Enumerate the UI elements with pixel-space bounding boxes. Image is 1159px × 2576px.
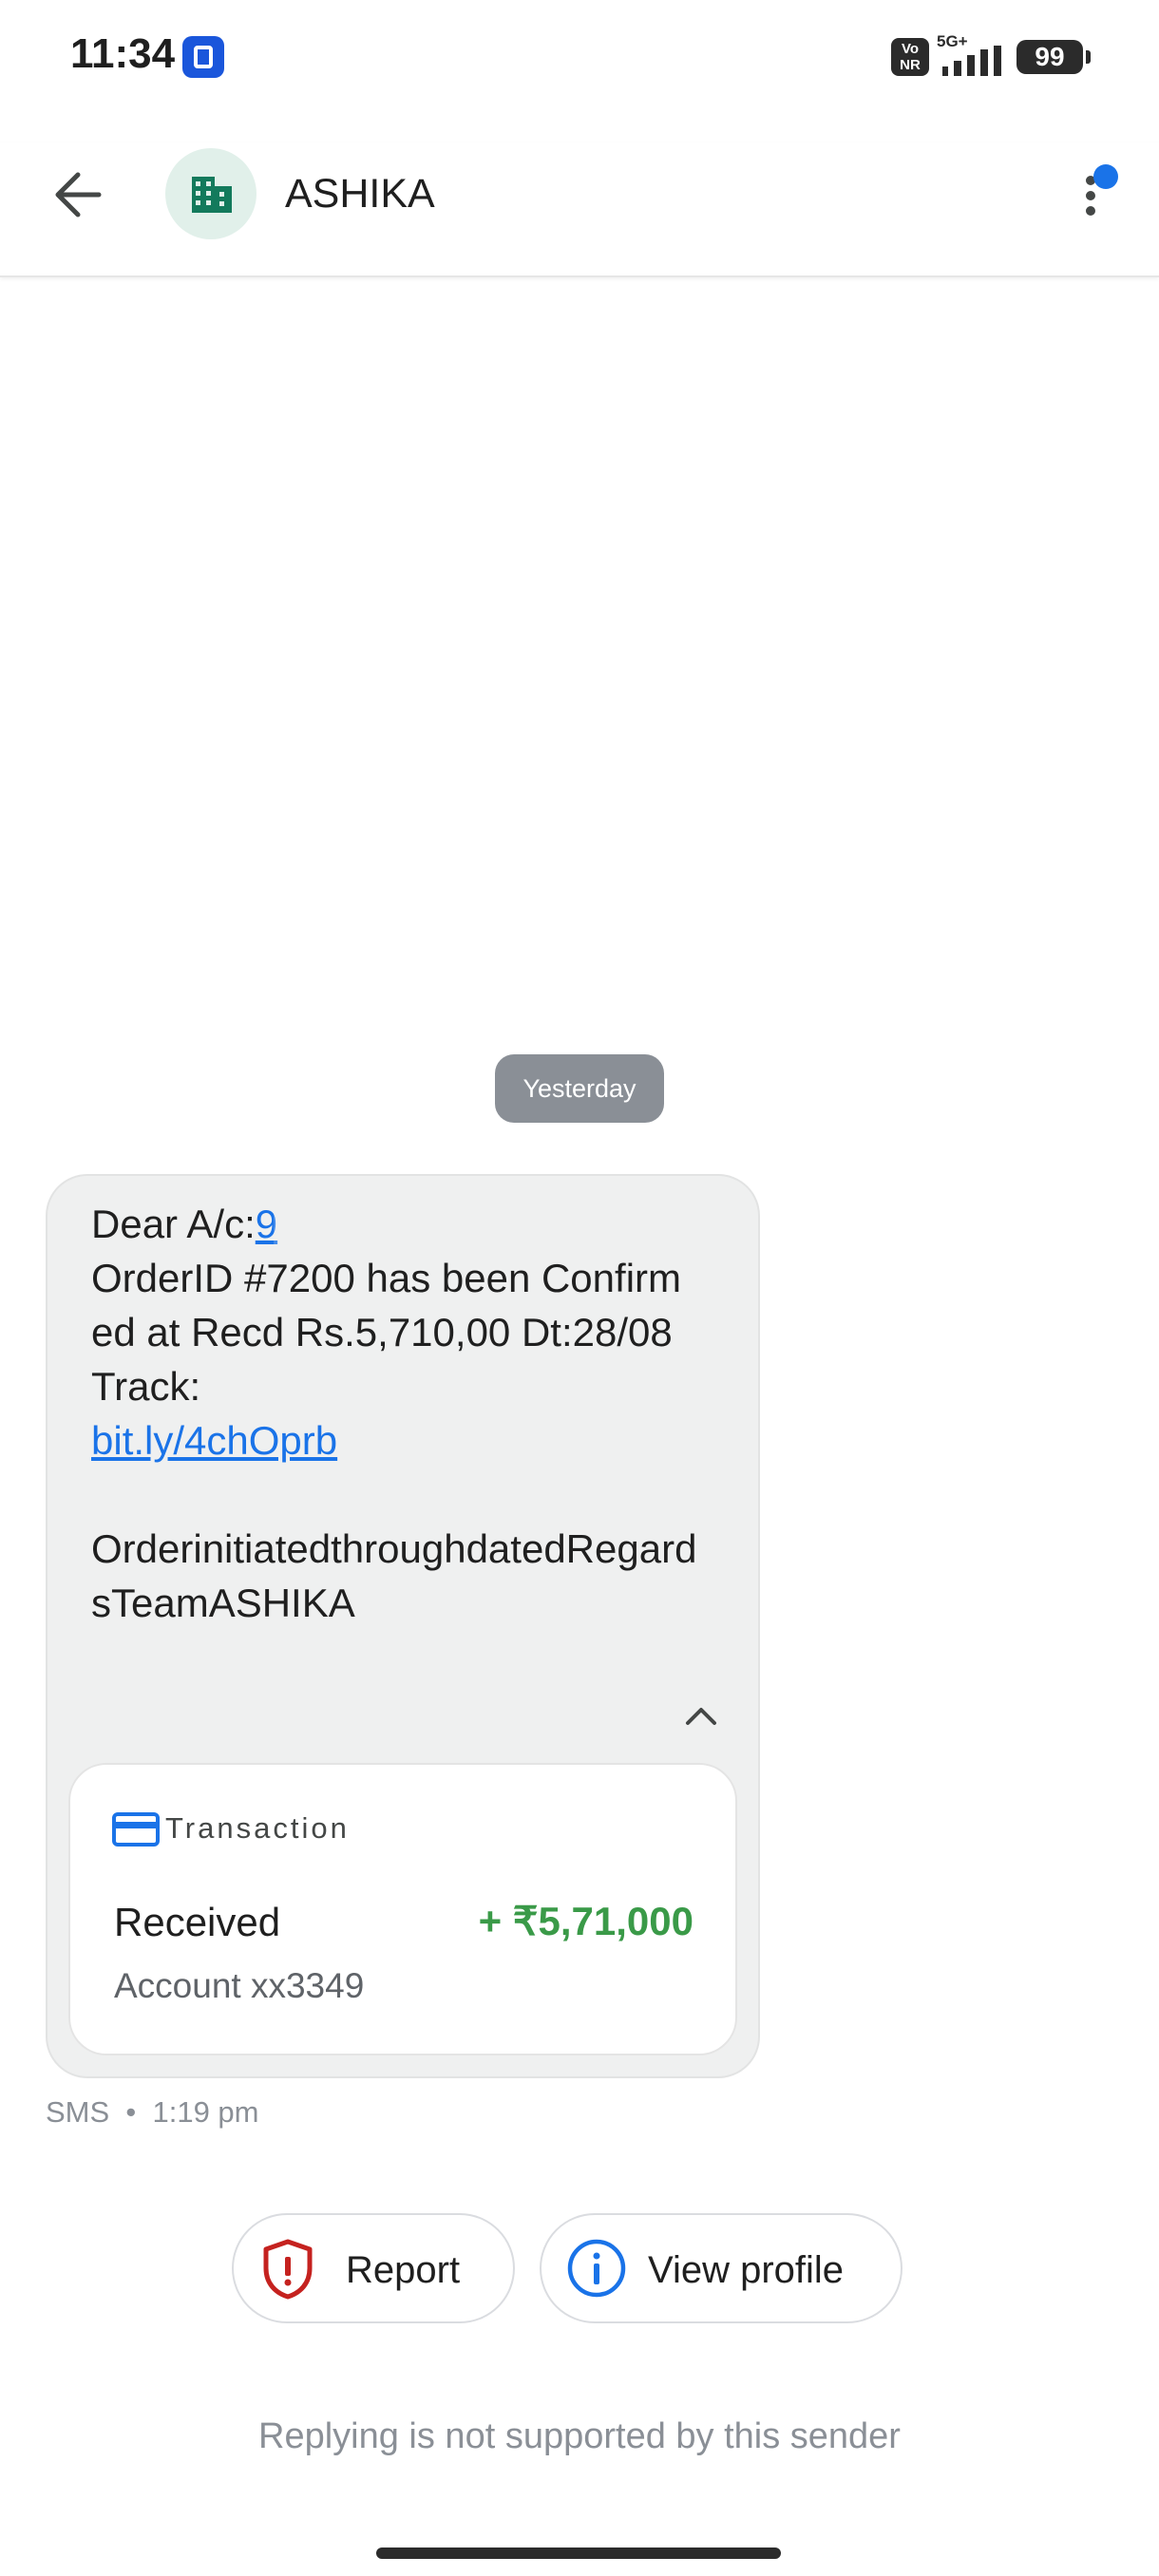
home-indicator[interactable] [376, 2548, 781, 2559]
report-shield-icon [263, 2239, 313, 2300]
business-building-icon [192, 177, 232, 213]
more-vert-icon[interactable] [1064, 161, 1121, 228]
transaction-type: Received [114, 1900, 281, 1944]
tracking-link[interactable]: bit.ly/4chOprb [91, 1418, 337, 1463]
battery-icon: 99 [1016, 40, 1091, 74]
chevron-up-icon[interactable] [676, 1696, 726, 1734]
phone-app-icon [182, 36, 224, 78]
message-meta: SMS • 1:19 pm [46, 2095, 259, 2129]
back-arrow-icon[interactable] [42, 161, 118, 228]
message-text: Dear A/c:9 OrderID #7200 has been Confir… [91, 1197, 699, 1630]
transaction-account: Account xx3349 [114, 1966, 365, 2005]
date-chip: Yesterday [495, 1054, 664, 1123]
message-footer: OrderinitiatedthroughdatedRegardsTeamASH… [91, 1526, 697, 1625]
info-icon [567, 2239, 626, 2298]
contact-name[interactable]: ASHIKA [285, 171, 435, 218]
message-body: OrderID #7200 has been Confirmed at Recd… [91, 1256, 681, 1409]
notification-dot-icon [1093, 164, 1118, 189]
volte-icon: Vo NR [891, 38, 929, 76]
status-time: 11:34 [70, 30, 176, 77]
reply-not-supported-note: Replying is not supported by this sender [258, 2416, 901, 2456]
transaction-label: Transaction [165, 1811, 350, 1845]
transaction-amount: + ₹5,71,000 [478, 1899, 694, 1943]
avatar[interactable] [165, 148, 256, 239]
credit-card-icon [112, 1812, 160, 1847]
redacted-blur [274, 1207, 417, 1246]
report-label: Report [346, 2249, 461, 2291]
view-profile-label: View profile [648, 2249, 845, 2291]
message-prefix: Dear A/c: [91, 1202, 256, 1246]
signal-icon [942, 46, 1001, 76]
